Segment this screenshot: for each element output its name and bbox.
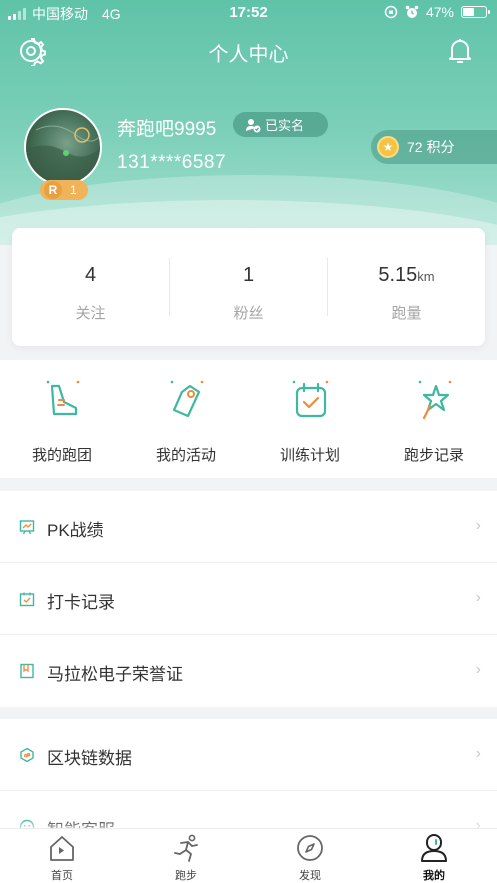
bell-icon[interactable] [445,36,475,66]
certificate-icon [20,663,34,679]
menu-item-pk-record[interactable]: PK战绩 › [0,491,497,563]
bottom-tab-bar: 首页 跑步 发现 我的 [0,828,497,883]
stat-value: 1 [242,264,255,286]
quick-action-label: 我的活动 [155,447,216,464]
menu-item-label: 打卡记录 [47,593,115,612]
profile-section: R 1 奔跑吧9995 已实名 131****6587 ★ 72 积分 [0,100,497,210]
quick-action-label: 训练计划 [279,447,340,464]
chart-board-icon [19,520,35,535]
home-icon [50,836,74,861]
tab-label: 我的 [423,870,445,882]
points-label: 72 积分 [407,139,455,155]
status-bar: 中国移动 4G 17:52 47% [0,0,497,26]
verified-badge[interactable]: 已实名 [233,112,328,137]
stat-following[interactable]: 4 关注 [12,228,169,346]
stat-value: 4 [84,264,97,286]
menu-item-label: PK战绩 [47,521,104,540]
star-wand-icon [418,380,452,420]
avatar[interactable] [24,108,102,186]
quick-running-records[interactable]: 跑步记录 [372,372,496,472]
quick-training-plan[interactable]: 训练计划 [248,372,372,472]
running-shoe-icon [46,380,80,416]
battery-icon [461,6,490,18]
menu-item-checkin-record[interactable]: 打卡记录 › [0,563,497,635]
verified-user-icon [246,118,261,132]
avatar-image [26,125,100,184]
phone-number: 131****6587 [117,152,227,173]
stats-card: 4 关注 1 粉丝 5.15km 跑量 [12,228,485,346]
chevron-right-icon: › [475,517,481,534]
calendar-check-icon [292,380,329,418]
tab-label: 发现 [299,870,321,882]
tab-run[interactable]: 跑步 [124,829,248,883]
tag-icon [170,380,204,418]
stat-label: 跑量 [391,305,422,322]
battery-percent: 47% [425,4,454,20]
rank-badge: R 1 [40,180,88,200]
profile-icon [421,834,447,862]
quick-action-label: 我的跑团 [31,447,92,464]
menu-item-marathon-certificate[interactable]: 马拉松电子荣誉证 › [0,635,497,707]
tab-profile[interactable]: 我的 [372,829,496,883]
username: 奔跑吧9995 [117,119,217,140]
menu-group-records: PK战绩 › 打卡记录 › 马拉松电子荣誉证 › [0,491,497,707]
quick-my-running-club[interactable]: 我的跑团 [0,372,124,472]
stat-followers[interactable]: 1 粉丝 [170,228,327,346]
compass-icon [297,835,323,861]
menu-item-label: 区块链数据 [47,749,132,768]
quick-my-activities[interactable]: 我的活动 [124,372,248,472]
quick-actions: 我的跑团 我的活动 训练计划 跑步记录 [0,360,497,478]
stat-distance[interactable]: 5.15km 跑量 [328,228,485,346]
quick-action-label: 跑步记录 [403,447,464,464]
calendar-check-icon [19,592,35,607]
orientation-lock-icon [384,5,398,19]
stat-label: 粉丝 [233,305,264,322]
top-bar: 个人中心 [0,30,497,72]
points-badge[interactable]: ★ 72 积分 [371,130,497,164]
blockchain-cube-icon [20,747,34,763]
stat-label: 关注 [75,305,106,322]
page-title: 个人中心 [208,44,289,66]
stat-value: 5.15 [378,264,418,286]
rank-letter: R [44,181,62,199]
alarm-icon [405,5,419,18]
chevron-right-icon: › [475,589,481,606]
tab-home[interactable]: 首页 [0,829,124,883]
runner-icon [174,834,198,862]
menu-item-label: 马拉松电子荣誉证 [47,665,183,684]
chevron-right-icon: › [475,661,481,678]
chevron-right-icon: › [475,745,481,762]
stat-unit: km [417,269,435,284]
menu-item-blockchain-data[interactable]: 区块链数据 › [0,719,497,791]
rank-level: 1 [70,183,77,197]
star-coin-icon: ★ [377,136,399,158]
tab-label: 跑步 [175,870,197,882]
tab-discover[interactable]: 发现 [248,829,372,883]
verified-label: 已实名 [265,118,305,133]
tab-label: 首页 [51,870,73,882]
